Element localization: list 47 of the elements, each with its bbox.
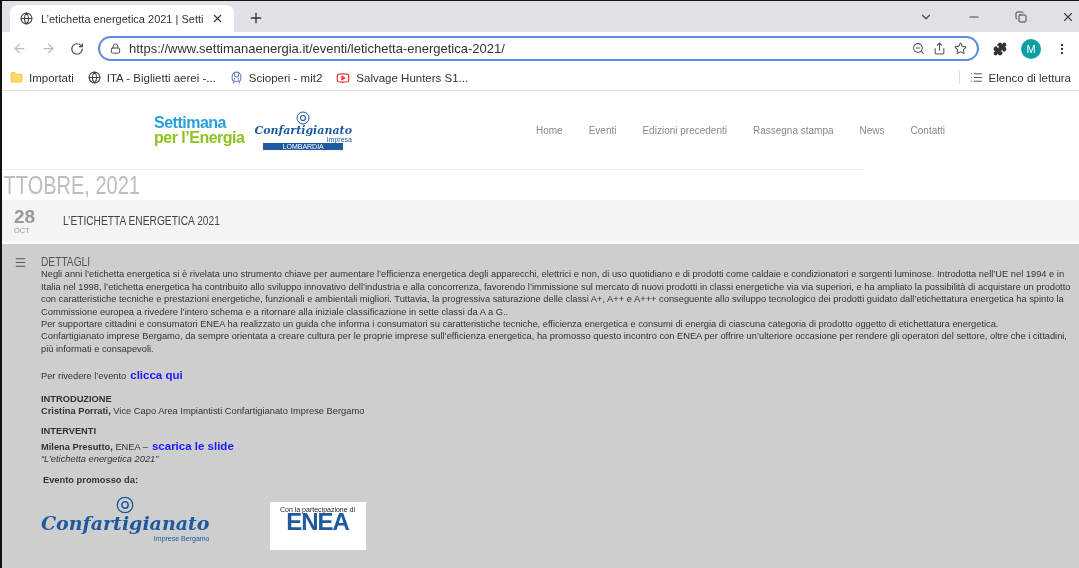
details-list-icon	[14, 256, 27, 269]
train-icon	[229, 71, 243, 84]
details-heading: DETTAGLI	[41, 256, 92, 269]
section-heading: INTERVENTI	[41, 425, 97, 438]
video-icon	[336, 70, 351, 85]
replay-link[interactable]: clicca qui	[130, 369, 183, 382]
nav-link[interactable]: Rassegna stampa	[752, 124, 834, 136]
event-day: 28	[14, 207, 36, 226]
restore-icon[interactable]	[1015, 10, 1027, 23]
globe-icon	[20, 12, 33, 25]
profile-avatar[interactable]: M	[1021, 38, 1041, 59]
logo-text: Settimana	[154, 115, 228, 130]
sponsor-logo-text: Confartigianato	[41, 514, 210, 534]
paragraph: Negli anni l’etichetta energetica si è rivelata uno strumento chiave per aumentare l’efficienza energetica degli apparecchi, elettrici e non, di uso quotidiano e di prodotti come caldaie e condizionatori e sorgenti luminose. Introdotta nell’UE nel 1994 e in Italia nel 1998, l’etichetta energetica ha contribuito allo sviluppo innovativo dell’industria e alla concorrenza, favorendo l’immissione sul mercato di nuovi prodotti in classi energetiche via via superiori, e ha ampliato la possibilità di acquistare un prodotto con caratteristiche tecniche e prestazioni energetiche, funzionali e ambientali migliori. Tuttavia, la progressiva saturazione delle classi A+, A++ e A+++ conseguente allo sviluppo tecnologico dei prodotti guidato dall’etichettatura energetica ha spinto la Commissione europea a rivedere l’intero schema e a ritornare alla iniziale classificazione in sette classi da A a G..	[41, 268, 1071, 319]
bookmark[interactable]: Importati	[10, 71, 74, 84]
share-icon[interactable]	[933, 42, 946, 55]
reload-icon[interactable]	[70, 41, 84, 56]
talk-title: “L’etichetta energetica 2021”	[41, 453, 159, 466]
star-icon[interactable]	[954, 42, 967, 55]
nav-link[interactable]: Contatti	[910, 124, 946, 136]
logo-text: per l’Energia	[154, 130, 245, 145]
speaker-text: Cristina Porrati, Vice Capo Area Impiantisti Confartigianato Imprese Bergamo	[41, 405, 365, 418]
partner-logo-text: Confartigianato	[254, 124, 352, 136]
folder-icon	[10, 71, 23, 84]
nav-link[interactable]: Eventi	[588, 124, 617, 136]
paragraph: Per supportare cittadini e consumatori ENEA ha realizzato un guida che informa i consumatori su caratteristiche tecniche, efficienza energetica e consumi di energia di ciascuna categoria di prodotto oggetto di etichettatura energetica.	[41, 318, 1000, 331]
globe-icon	[87, 71, 101, 84]
bookmark[interactable]: ITA - Biglietti aerei -...	[87, 71, 216, 84]
bookmark[interactable]: Scioperi - mit2	[229, 71, 323, 84]
nav-link[interactable]: Home	[535, 124, 563, 136]
section-heading: INTRODUZIONE	[41, 392, 112, 406]
nav-link[interactable]: News	[859, 124, 885, 136]
bookmark[interactable]: Salvage Hunters S1...	[336, 70, 469, 85]
address-bar[interactable]: https://www.settimanaenergia.it/eventi/letichetta-energetica-2021/	[98, 36, 979, 61]
extensions-icon[interactable]	[993, 41, 1007, 56]
paragraph: Confartigianato imprese Bergamo, da sempre orientata a creare cultura per le proprie imprese sull’efficienza energetica, ha promosso questo incontro con ENEA per offrire un’ulteriore occasione per rendere gli operatori del settore, oltre che i cittadini, più informati e consapevoli.	[41, 330, 1068, 356]
replay-text: Per rivedere l’evento	[41, 370, 127, 383]
lock-icon	[110, 43, 121, 54]
browser-tab[interactable]: L’etichetta energetica 2021 | Setti	[10, 5, 235, 32]
reading-list-button[interactable]: Elenco di lettura	[958, 71, 1071, 84]
nav-link[interactable]: Edizioni precedenti	[642, 124, 727, 136]
slides-link[interactable]: scarica le slide	[151, 439, 234, 453]
event-title: L’ETICHETTA ENERGETICA 2021	[63, 214, 220, 228]
zoom-out-icon[interactable]	[912, 42, 925, 55]
list-icon	[969, 71, 983, 84]
speaker-text: Milena Presutto, ENEA –	[41, 440, 148, 454]
promoted-by-label: Evento promosso da:	[43, 473, 139, 487]
